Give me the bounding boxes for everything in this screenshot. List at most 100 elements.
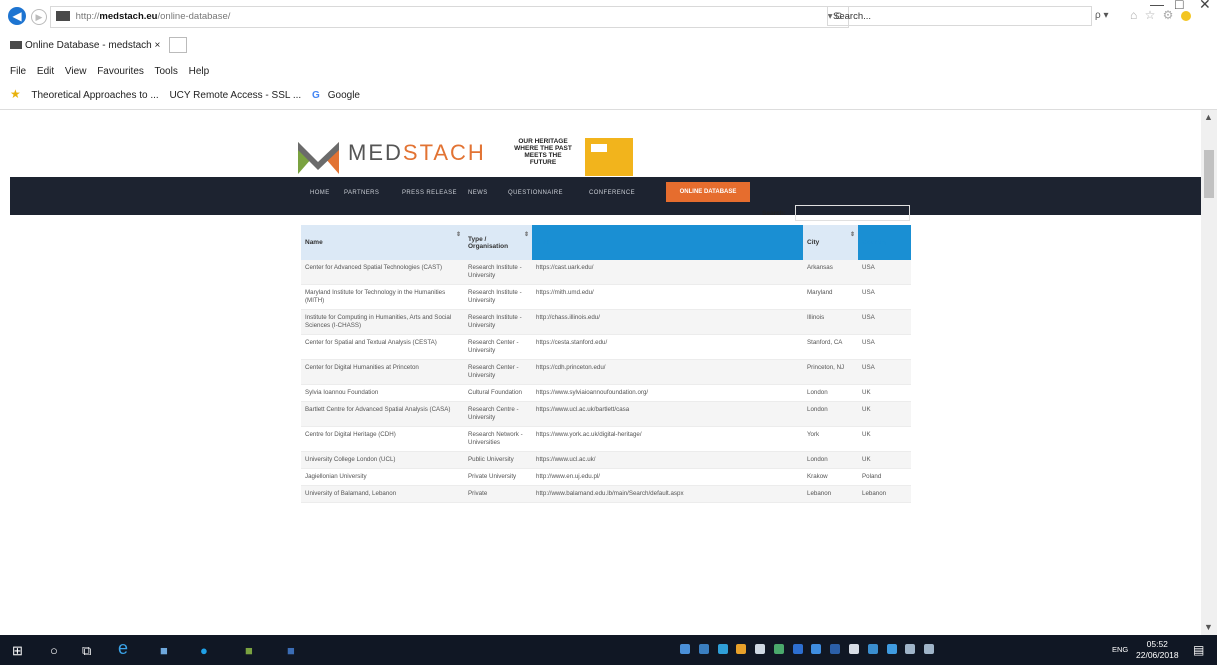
cell-name: University of Balamand, Lebanon [301, 485, 464, 503]
internet-explorer-icon[interactable]: e [118, 638, 128, 659]
browser-search-input[interactable]: Search... [827, 6, 1092, 26]
cell-link[interactable]: https://cesta.stanford.edu/ [532, 334, 803, 360]
people-app-icon[interactable]: ■ [160, 643, 168, 658]
google-icon: G [311, 90, 320, 101]
volume-icon[interactable] [924, 644, 935, 654]
scroll-down-icon[interactable]: ▼ [1204, 622, 1213, 632]
cell-link[interactable]: https://www.ucl.ac.uk/bartlett/casa [532, 401, 803, 427]
tray-app-icon[interactable] [755, 644, 766, 654]
cell-name: Jagiellonian University [301, 468, 464, 486]
nav-questionnaire[interactable]: QUESTIONNAIRE [508, 190, 563, 196]
table-row: University of Balamand, Lebanon Private ht… [301, 485, 911, 503]
column-header-city[interactable]: City ⇕ [803, 225, 858, 260]
cell-country: Poland [858, 468, 911, 486]
nav-news[interactable]: NEWS [468, 190, 488, 196]
column-header-link[interactable]: Link [532, 225, 803, 260]
table-search-input[interactable] [795, 205, 910, 221]
cell-name: Center for Advanced Spatial Technologies… [301, 260, 464, 285]
logo-text-med: MED [348, 140, 403, 165]
word-app-icon[interactable]: ■ [287, 643, 295, 658]
cell-link[interactable]: https://cdh.princeton.edu/ [532, 359, 803, 385]
favourite-ucy[interactable]: UCY Remote Access - SSL ... [169, 90, 301, 101]
cell-city: Illinois [803, 309, 858, 335]
cell-name: University College London (UCL) [301, 451, 464, 469]
menu-view[interactable]: View [65, 66, 87, 77]
tray-app-icon[interactable] [792, 644, 803, 654]
forward-button[interactable]: ▶ [31, 9, 47, 25]
system-clock[interactable]: 05:52 22/06/2018 [1136, 639, 1179, 661]
nav-online-database[interactable]: ONLINE DATABASE [666, 182, 750, 202]
tray-app-icon[interactable] [849, 644, 860, 654]
nav-conference[interactable]: CONFERENCE [589, 190, 635, 196]
menu-help[interactable]: Help [189, 66, 210, 77]
menu-file[interactable]: File [10, 66, 26, 77]
maximize-button[interactable]: □ [1175, 0, 1183, 12]
cell-city: Stanford, CA [803, 334, 858, 360]
search-dropdown-icon[interactable]: ρ ▾ [1095, 10, 1109, 21]
tray-app-icon[interactable] [680, 644, 690, 654]
tray-app-icon[interactable] [698, 644, 709, 654]
tray-app-icon[interactable] [773, 644, 784, 654]
tray-app-icon[interactable] [717, 644, 728, 654]
tray-app-icon[interactable] [867, 644, 878, 654]
cell-link[interactable]: http://chass.illinois.edu/ [532, 309, 803, 335]
cell-type: Private University [464, 468, 532, 486]
cell-link[interactable]: http://www.en.uj.edu.pl/ [532, 468, 803, 486]
cell-name: Institute for Computing in Humanities, A… [301, 309, 464, 335]
feedback-smiley-icon[interactable] [1180, 10, 1191, 21]
scrollbar-thumb[interactable] [1204, 150, 1214, 198]
favourites-star-icon[interactable]: ★ [10, 87, 21, 101]
sort-icon: ⇕ [849, 232, 855, 238]
tray-app-icon[interactable] [886, 644, 897, 654]
cell-link[interactable]: https://www.york.ac.uk/digital-heritage/ [532, 426, 803, 452]
minimize-button[interactable]: — [1150, 0, 1164, 12]
cell-country: UK [858, 451, 911, 469]
favourite-theoretical[interactable]: Theoretical Approaches to ... [31, 90, 158, 101]
cell-city: London [803, 401, 858, 427]
close-window-button[interactable]: ✕ [1199, 0, 1211, 13]
scroll-up-icon[interactable]: ▲ [1204, 112, 1213, 122]
column-header-country[interactable]: Country [858, 225, 911, 260]
file-explorer-icon[interactable]: ■ [245, 643, 253, 658]
cell-country: UK [858, 426, 911, 452]
notifications-icon[interactable]: ▤ [1193, 643, 1204, 657]
cell-link[interactable]: https://cast.uark.edu/ [532, 260, 803, 285]
cell-link[interactable]: https://www.ucl.ac.uk/ [532, 451, 803, 469]
cortana-search-icon[interactable]: ○ [50, 643, 58, 658]
favourite-google[interactable]: Google [328, 90, 360, 101]
site-logo-text[interactable]: MEDSTACH [348, 140, 486, 166]
tab-online-database[interactable]: Online Database - medstach × [10, 36, 188, 56]
address-bar[interactable]: http://medstach.eu/online-database/ ▾ C [50, 6, 849, 28]
tab-close-button[interactable]: × [155, 40, 161, 51]
cell-link[interactable]: https://mith.umd.edu/ [532, 284, 803, 310]
network-icon[interactable] [905, 644, 916, 654]
menu-bar: File Edit View Favourites Tools Help [10, 66, 217, 77]
back-button[interactable]: ◀ [8, 7, 26, 25]
cell-link[interactable]: https://www.sylviaioannoufoundation.org/ [532, 384, 803, 402]
skype-icon[interactable]: ● [200, 643, 208, 658]
menu-edit[interactable]: Edit [37, 66, 54, 77]
cell-name: Centre for Digital Heritage (CDH) [301, 426, 464, 452]
cell-link[interactable]: http://www.balamand.edu.lb/main/Search/d… [532, 485, 803, 503]
table-row: University College London (UCL) Public Un… [301, 451, 911, 469]
cell-name: Maryland Institute for Technology in the… [301, 284, 464, 310]
nav-press-release[interactable]: PRESS RELEASE [402, 190, 457, 196]
task-view-icon[interactable]: ⧉ [82, 643, 91, 659]
language-indicator[interactable]: ENG [1112, 645, 1128, 654]
new-tab-button[interactable] [169, 37, 188, 54]
nav-home[interactable]: HOME [310, 190, 330, 196]
column-header-type[interactable]: Type / Organisation ⇕ [464, 225, 532, 260]
tray-app-icon[interactable] [830, 644, 841, 654]
tray-app-icon[interactable] [736, 644, 747, 654]
tab-title: Online Database - medstach [25, 40, 152, 51]
nav-partners[interactable]: PARTNERS [344, 190, 379, 196]
menu-tools[interactable]: Tools [155, 66, 178, 77]
tray-app-icon[interactable] [811, 644, 822, 654]
column-header-name[interactable]: Name ⇕ [301, 225, 464, 260]
url-path: /online-database/ [157, 11, 231, 22]
cell-type: Research Center - University [464, 359, 532, 385]
logo-text-stach: STACH [402, 140, 486, 165]
menu-favourites[interactable]: Favourites [97, 66, 144, 77]
windows-start-icon[interactable]: ⊞ [12, 643, 23, 659]
vertical-scrollbar[interactable]: ▲ ▼ [1201, 110, 1217, 635]
